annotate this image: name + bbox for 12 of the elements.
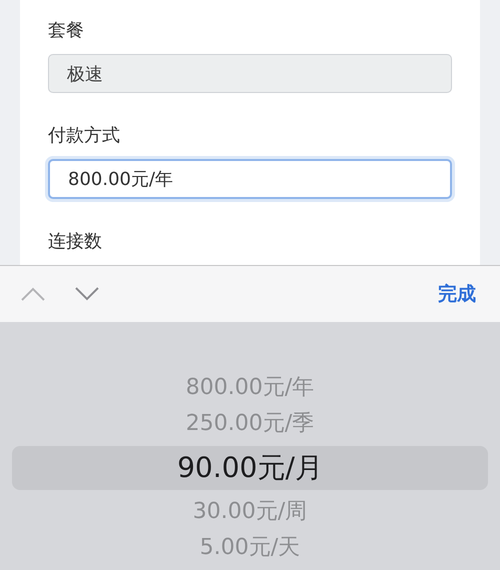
field-label: 连接数 (48, 230, 103, 253)
chevron-down-icon[interactable] (74, 286, 100, 302)
picker-option[interactable]: 5.00元/天 (200, 530, 300, 566)
field-label: 付款方式 (48, 124, 121, 148)
input-field[interactable]: 800.00元/年 (48, 159, 452, 199)
picker-option[interactable]: 250.00元/季 (186, 406, 314, 442)
chevron-up-icon[interactable] (20, 286, 46, 302)
field-label: 套餐 (48, 19, 85, 42)
done-button[interactable]: 完成 (434, 277, 480, 311)
picker-option[interactable]: 30.00元/周 (192, 494, 308, 530)
picker-option[interactable]: 90.00元/月 (12, 446, 488, 490)
picker-option[interactable]: 800.00元/年 (186, 370, 314, 406)
